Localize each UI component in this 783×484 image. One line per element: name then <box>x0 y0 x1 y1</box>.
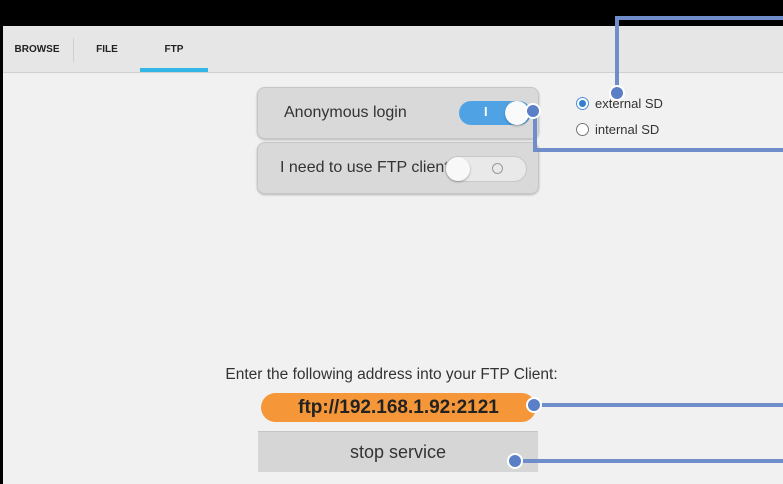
ftp-client-toggle[interactable] <box>445 156 527 182</box>
radio-label: external SD <box>595 95 663 111</box>
annotation-line <box>514 459 783 463</box>
radio-label: internal SD <box>595 121 660 137</box>
anonymous-login-toggle[interactable]: I <box>459 101 531 125</box>
window-border <box>0 26 3 484</box>
active-tab-indicator <box>140 68 208 72</box>
tab-divider <box>73 38 74 62</box>
ftp-client-card: I need to use FTP client <box>257 142 539 194</box>
radio-internal-sd[interactable]: internal SD <box>576 119 659 139</box>
tab-file[interactable]: FILE <box>75 26 139 72</box>
annotation-line <box>615 16 783 20</box>
tab-bar: BROWSE FILE FTP <box>3 26 783 73</box>
annotation-dot <box>526 397 542 413</box>
tab-browse[interactable]: BROWSE <box>3 26 71 72</box>
annotation-line <box>534 403 783 407</box>
ftp-client-label: I need to use FTP client <box>280 159 449 176</box>
status-bar <box>0 0 783 26</box>
ftp-address: ftp://192.168.1.92:2121 <box>261 393 536 422</box>
stop-service-button[interactable]: stop service <box>258 431 538 472</box>
anonymous-login-label: Anonymous login <box>284 104 407 121</box>
annotation-line <box>615 16 619 93</box>
anonymous-login-card: Anonymous login I <box>257 87 539 139</box>
annotation-dot <box>525 103 541 119</box>
annotation-dot <box>507 453 523 469</box>
radio-button-checked[interactable] <box>576 96 589 110</box>
toggle-on-mark: I <box>484 104 488 119</box>
toggle-knob <box>446 157 470 181</box>
radio-button[interactable] <box>576 122 589 136</box>
tab-ftp[interactable]: FTP <box>140 26 208 72</box>
annotation-line <box>533 148 783 152</box>
annotation-dot <box>609 85 625 101</box>
toggle-off-icon <box>492 163 503 174</box>
instruction-text: Enter the following address into your FT… <box>225 366 558 383</box>
